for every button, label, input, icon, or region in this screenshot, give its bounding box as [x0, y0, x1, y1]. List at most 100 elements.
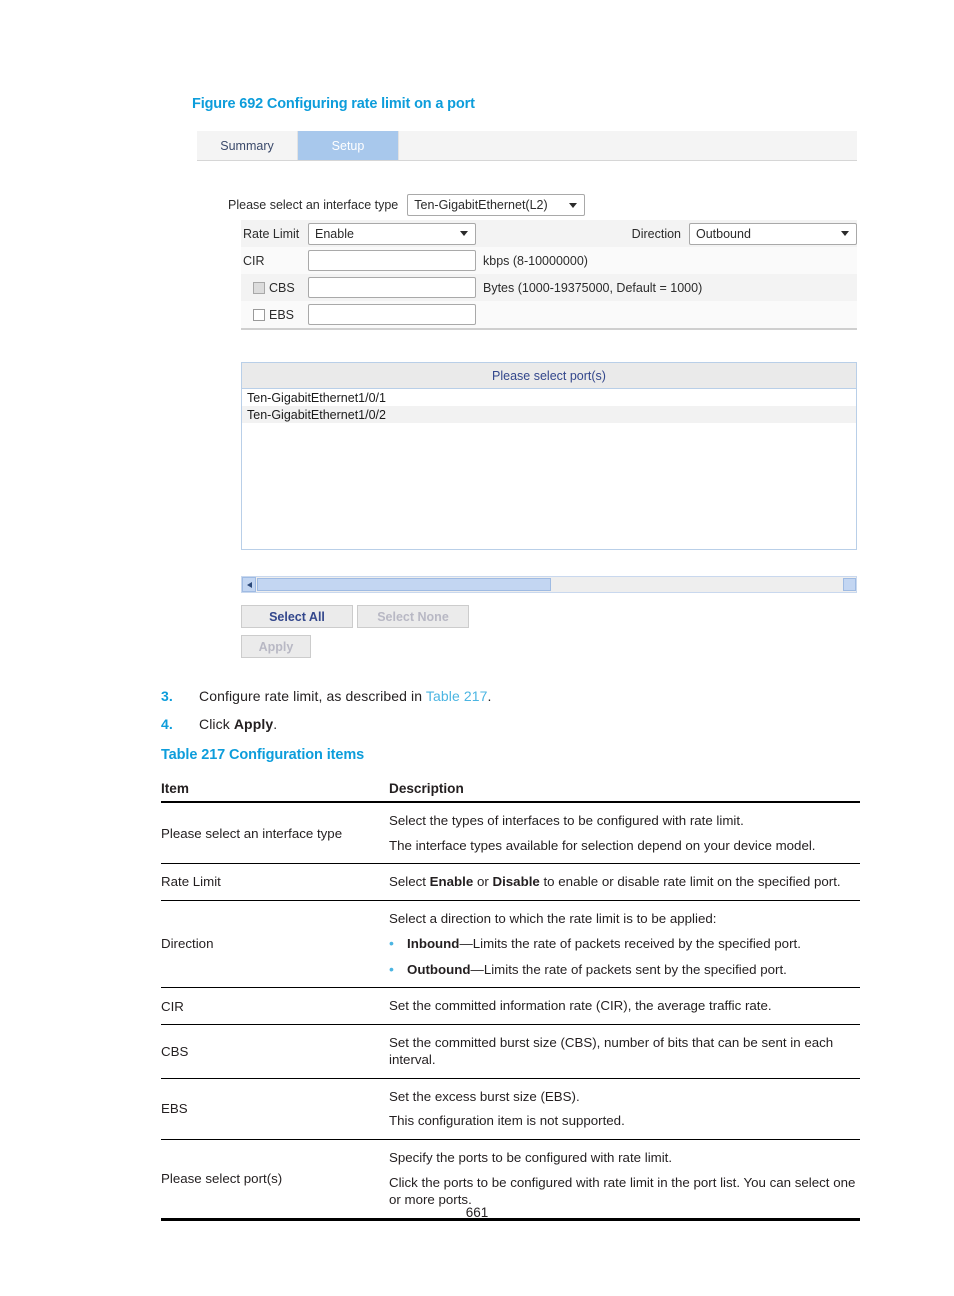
- rate-limit-label: Rate Limit: [243, 226, 300, 241]
- apply-button[interactable]: Apply: [241, 635, 311, 658]
- table-row: Please select an interface type Select t…: [161, 802, 860, 865]
- step-4: 4. Click Apply.: [161, 716, 277, 732]
- port-name: Ten-GigabitEthernet1/0/2: [247, 407, 386, 422]
- row-description: Set the committed information rate (CIR)…: [389, 987, 860, 1025]
- step-4-text: Click Apply.: [199, 716, 277, 732]
- rate-limit-row: Rate Limit Enable Direction Outbound: [241, 220, 857, 247]
- rate-limit-setup-panel: Summary Setup Please select an interface…: [197, 131, 857, 664]
- step-3-text: Configure rate limit, as described in Ta…: [199, 688, 492, 704]
- configuration-items-table: Item Description Please select an interf…: [161, 777, 860, 1221]
- desc-bold-disable: Disable: [492, 874, 540, 890]
- desc-bullet: • Inbound—Limits the rate of packets rec…: [389, 934, 860, 953]
- scroll-left-arrow-icon[interactable]: [242, 577, 256, 592]
- row-item: Please select an interface type: [161, 802, 389, 865]
- interface-type-label: Please select an interface type: [228, 198, 399, 212]
- tab-strip: Summary Setup: [197, 131, 857, 161]
- table-caption: Table 217 Configuration items: [161, 747, 365, 763]
- tab-summary[interactable]: Summary: [197, 131, 298, 160]
- ebs-input[interactable]: [308, 304, 476, 325]
- row-item: Direction: [161, 900, 389, 989]
- horizontal-scrollbar[interactable]: [241, 576, 857, 593]
- rate-limit-value: Enable: [315, 226, 354, 241]
- step-4-text-after: .: [273, 716, 278, 732]
- direction-label: Direction: [631, 226, 681, 241]
- step-3-number: 3.: [161, 688, 173, 704]
- desc-line: The interface types available for select…: [389, 837, 816, 853]
- desc-line: Set the committed information rate (CIR)…: [389, 998, 772, 1014]
- desc-bullet: • Outbound—Limits the rate of packets se…: [389, 960, 860, 979]
- select-none-button[interactable]: Select None: [357, 605, 469, 628]
- select-all-button[interactable]: Select All: [241, 605, 353, 628]
- step-3-text-after: .: [487, 688, 492, 704]
- table-217-link[interactable]: Table 217: [426, 688, 488, 704]
- rate-limit-select[interactable]: Enable: [308, 222, 476, 245]
- row-description: Set the committed burst size (CBS), numb…: [389, 1024, 860, 1079]
- chevron-down-icon: [460, 231, 468, 236]
- ebs-label-group: EBS: [241, 308, 308, 322]
- desc-line: Select the types of interfaces to be con…: [389, 813, 744, 828]
- cir-unit-text: kbps (8-10000000): [483, 253, 588, 268]
- row-item: CBS: [161, 1024, 389, 1079]
- port-list-header-label: Please select port(s): [492, 368, 606, 383]
- desc-line: Specify the ports to be configured with …: [389, 1150, 673, 1166]
- row-item: EBS: [161, 1078, 389, 1141]
- step-3: 3. Configure rate limit, as described in…: [161, 688, 492, 704]
- cir-input[interactable]: [308, 250, 476, 271]
- header-item: Item: [161, 777, 389, 803]
- bullet-dot-icon: •: [389, 935, 394, 952]
- cbs-checkbox[interactable]: [253, 281, 265, 294]
- desc-mid: or: [473, 874, 493, 890]
- select-all-label: Select All: [269, 609, 325, 624]
- direction-value: Outbound: [696, 226, 751, 241]
- table-row: Rate Limit Select Enable or Disable to e…: [161, 863, 860, 901]
- row-description: Select a direction to which the rate lim…: [389, 900, 860, 989]
- bullet-body: —Limits the rate of packets received by …: [459, 936, 801, 952]
- desc-line: This configuration item is not supported…: [389, 1113, 625, 1129]
- desc-line: Select Enable or Disable to enable or di…: [389, 873, 860, 891]
- ebs-checkbox[interactable]: [253, 308, 265, 321]
- port-name: Ten-GigabitEthernet1/0/1: [247, 390, 386, 405]
- cbs-row: CBS Bytes (1000-19375000, Default = 1000…: [241, 274, 857, 301]
- table-row: Direction Select a direction to which th…: [161, 900, 860, 989]
- direction-select[interactable]: Outbound: [689, 222, 857, 245]
- cir-row: CIR kbps (8-10000000): [241, 247, 857, 274]
- bullet-bold-inbound: Inbound: [407, 936, 460, 952]
- header-description: Description: [389, 777, 860, 803]
- list-item[interactable]: Ten-GigabitEthernet1/0/1: [242, 389, 856, 406]
- ebs-row: EBS: [241, 301, 857, 328]
- row-description: Select Enable or Disable to enable or di…: [389, 863, 860, 901]
- row-item: Rate Limit: [161, 863, 389, 901]
- page-number: 661: [465, 1205, 489, 1220]
- row-description: Set the excess burst size (EBS). This co…: [389, 1078, 860, 1141]
- bullet-text: Outbound—Limits the rate of packets sent…: [407, 961, 787, 979]
- row-item: CIR: [161, 987, 389, 1025]
- chevron-down-icon: [841, 231, 849, 236]
- step-4-text-before: Click: [199, 716, 234, 732]
- tab-setup-label: Setup: [331, 138, 365, 153]
- interface-type-value: Ten-GigabitEthernet(L2): [414, 198, 548, 212]
- cbs-label: CBS: [269, 280, 295, 295]
- interface-type-select[interactable]: Ten-GigabitEthernet(L2): [407, 194, 586, 216]
- step-4-number: 4.: [161, 716, 173, 732]
- cbs-input[interactable]: [308, 277, 476, 298]
- list-item[interactable]: Ten-GigabitEthernet1/0/2: [242, 406, 856, 423]
- interface-type-row: Please select an interface type Ten-Giga…: [197, 191, 857, 219]
- scroll-right-arrow-icon[interactable]: [843, 578, 856, 591]
- bullet-body: —Limits the rate of packets sent by the …: [470, 961, 787, 977]
- port-list-header: Please select port(s): [242, 363, 856, 389]
- port-list-body: Ten-GigabitEthernet1/0/1 Ten-GigabitEthe…: [242, 389, 856, 549]
- desc-bold-enable: Enable: [429, 874, 474, 890]
- bullet-dot-icon: •: [389, 960, 394, 977]
- tab-strip-filler: [398, 131, 857, 160]
- step-4-apply-bold: Apply: [233, 716, 274, 732]
- bullet-bold-outbound: Outbound: [407, 961, 471, 977]
- step-3-text-before: Configure rate limit, as described in: [199, 688, 426, 704]
- scrollbar-thumb[interactable]: [257, 578, 551, 591]
- tab-setup[interactable]: Setup: [298, 131, 398, 160]
- desc-intro: Select a direction to which the rate lim…: [389, 910, 717, 926]
- tab-summary-label: Summary: [220, 138, 274, 153]
- cbs-label-group: CBS: [241, 281, 308, 295]
- rate-limit-form: Rate Limit Enable Direction Outbound CIR…: [241, 220, 857, 330]
- figure-caption: Figure 692 Configuring rate limit on a p…: [192, 96, 475, 112]
- desc-prefix: Select: [389, 874, 430, 890]
